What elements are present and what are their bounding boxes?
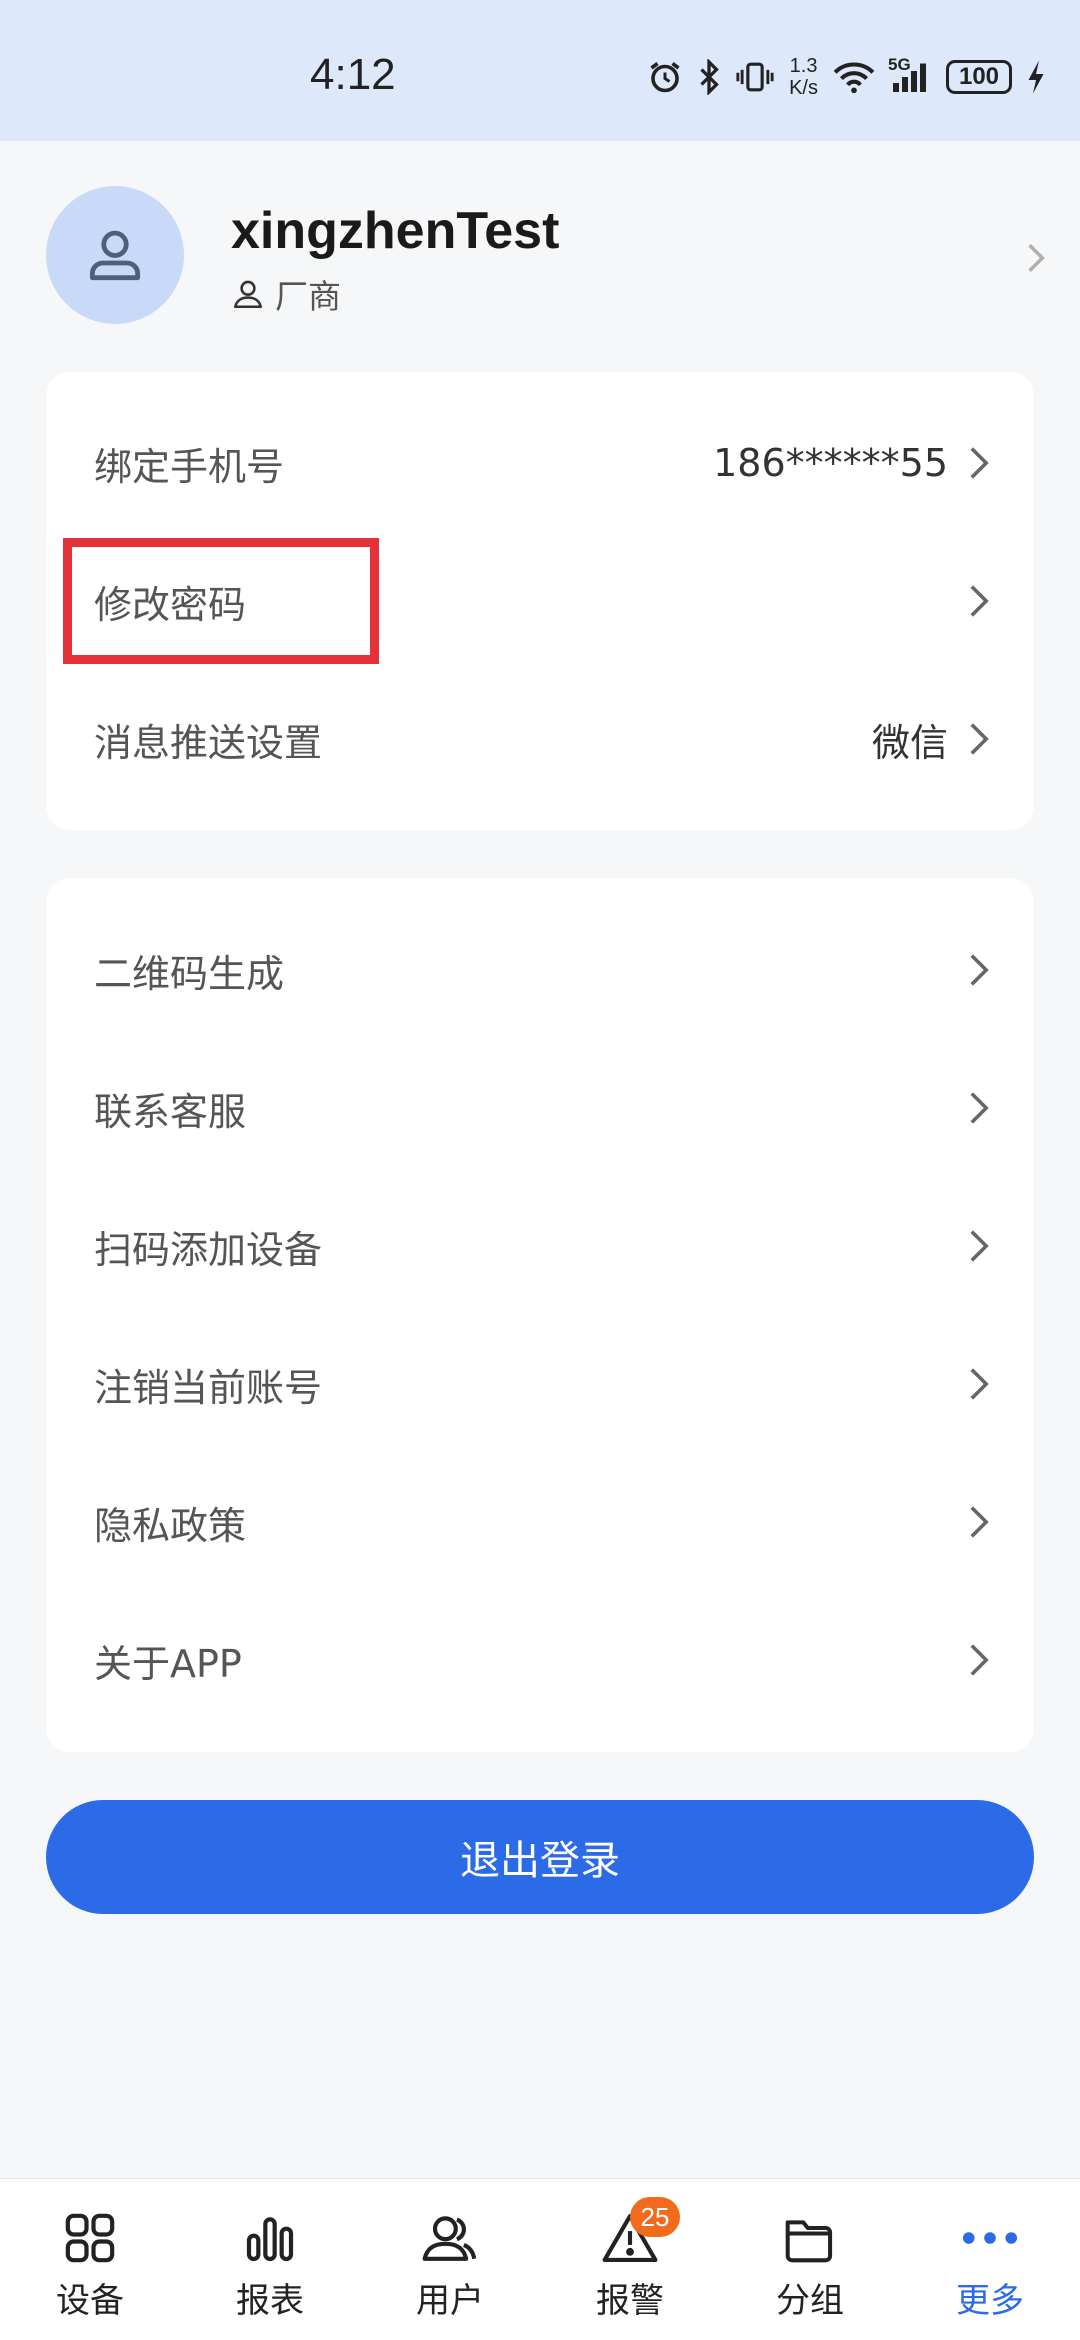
delete-account-row[interactable]: 注销当前账号 (46, 1315, 1034, 1453)
row-label: 联系客服 (94, 1089, 247, 1134)
avatar (46, 186, 184, 324)
nav-more[interactable]: 更多 (900, 2179, 1080, 2340)
row-label: 二维码生成 (94, 951, 285, 996)
nav-label: 报表 (236, 2281, 304, 2321)
chevron-right-icon (970, 447, 989, 479)
phone-value: 186******55 (713, 441, 948, 485)
status-time: 4:12 (310, 50, 396, 99)
nav-alarms[interactable]: 25 报警 (540, 2179, 720, 2340)
profile-header[interactable]: xingzhenTest 厂商 (46, 186, 1046, 326)
chevron-right-icon (1028, 243, 1045, 273)
row-label: 关于APP (94, 1641, 242, 1686)
folder-icon (781, 2209, 839, 2267)
status-bar: 4:12 1.3 K/s 5G 100 (0, 0, 1080, 141)
about-app-row[interactable]: 关于APP (46, 1591, 1034, 1729)
status-icons: 1.3 K/s 5G 100 (647, 52, 1046, 102)
bind-phone-row[interactable]: 绑定手机号 186******55 (46, 394, 1034, 532)
nav-users[interactable]: 用户 (360, 2179, 540, 2340)
alarm-icon (647, 59, 683, 95)
row-label: 扫码添加设备 (94, 1227, 323, 1272)
nav-label: 分组 (776, 2281, 844, 2321)
bar-chart-icon (242, 2209, 298, 2267)
chevron-right-icon (970, 1506, 989, 1538)
logout-button[interactable]: 退出登录 (46, 1800, 1034, 1914)
net-speed: 1.3 K/s (789, 55, 818, 99)
nav-label: 更多 (956, 2281, 1024, 2321)
role-label: 厂商 (275, 277, 341, 316)
general-settings-card: 二维码生成 联系客服 扫码添加设备 注销当前账号 隐私政策 关于APP (46, 878, 1034, 1752)
qr-generate-row[interactable]: 二维码生成 (46, 901, 1034, 1039)
nav-groups[interactable]: 分组 (720, 2179, 900, 2340)
nav-devices[interactable]: 设备 (0, 2179, 180, 2340)
row-label: 注销当前账号 (94, 1365, 323, 1410)
bottom-nav: 设备 报表 用户 25 报警 分组 更多 (0, 2178, 1080, 2340)
warning-icon: 25 (600, 2197, 680, 2267)
chevron-right-icon (970, 1644, 989, 1676)
nav-label: 报警 (596, 2281, 664, 2321)
wifi-icon (832, 59, 876, 95)
row-label: 隐私政策 (94, 1503, 247, 1548)
chevron-right-icon (970, 585, 989, 617)
nav-label: 用户 (416, 2281, 484, 2321)
bluetooth-icon (697, 59, 721, 95)
person-icon (233, 280, 263, 309)
user-role: 厂商 (231, 270, 341, 318)
alarm-count-badge: 25 (630, 2197, 680, 2237)
users-icon (420, 2209, 480, 2267)
push-settings-row[interactable]: 消息推送设置 微信 (46, 670, 1034, 808)
grid-icon (62, 2209, 118, 2267)
nav-reports[interactable]: 报表 (180, 2179, 360, 2340)
chevron-right-icon (970, 1230, 989, 1262)
row-label: 消息推送设置 (94, 720, 323, 765)
chevron-right-icon (970, 1092, 989, 1124)
charging-icon (1026, 59, 1046, 95)
contact-support-row[interactable]: 联系客服 (46, 1039, 1034, 1177)
user-avatar-icon (89, 230, 141, 281)
chevron-right-icon (970, 954, 989, 986)
username: xingzhenTest (231, 202, 560, 260)
row-label: 绑定手机号 (94, 444, 285, 489)
battery-icon: 100 (946, 60, 1012, 94)
push-value: 微信 (871, 720, 948, 765)
nav-label: 设备 (56, 2281, 124, 2321)
vibrate-icon (735, 59, 775, 95)
privacy-policy-row[interactable]: 隐私政策 (46, 1453, 1034, 1591)
signal-icon: 5G (888, 55, 932, 95)
highlight-box (63, 538, 379, 664)
more-icon (961, 2209, 1019, 2267)
scan-add-device-row[interactable]: 扫码添加设备 (46, 1177, 1034, 1315)
chevron-right-icon (970, 1368, 989, 1400)
chevron-right-icon (970, 723, 989, 755)
